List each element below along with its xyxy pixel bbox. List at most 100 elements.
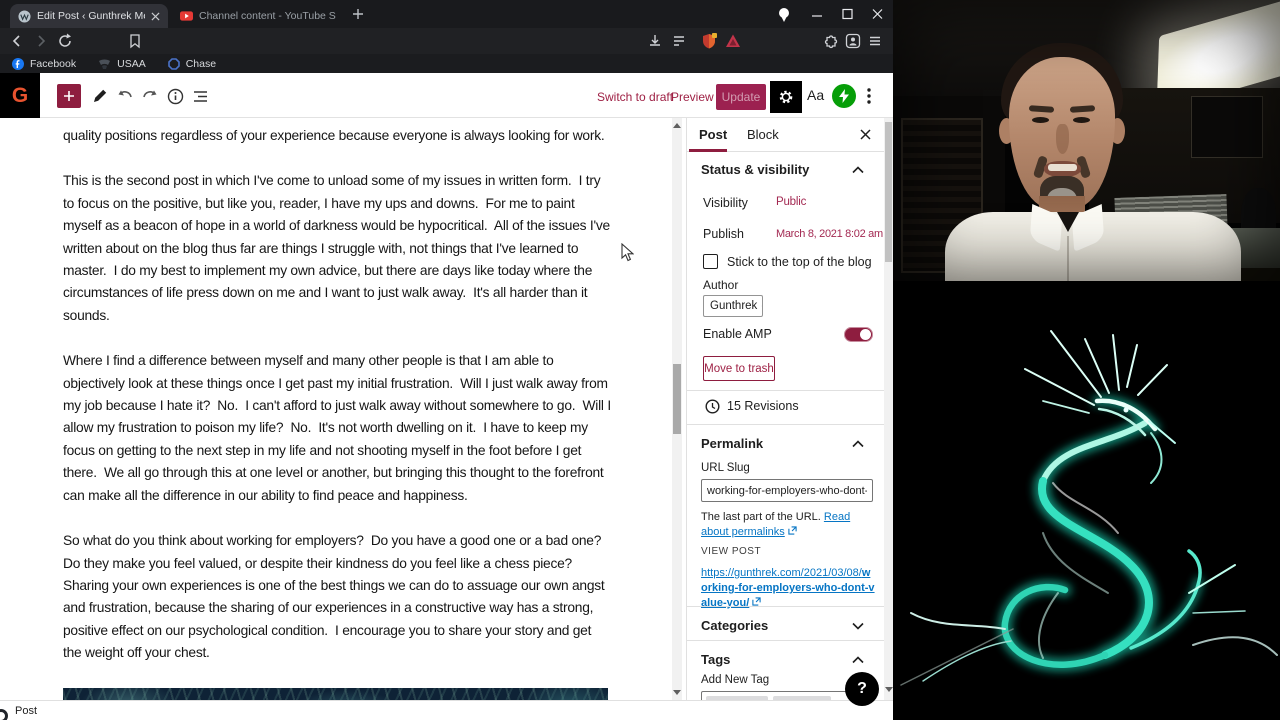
tab-block[interactable]: Block [747,127,779,142]
paragraph-block[interactable]: quality positions regardless of your exp… [63,125,611,147]
move-to-trash-button[interactable]: Move to trash [703,356,775,381]
add-new-tag-label: Add New Tag [701,674,770,686]
undo-icon [118,90,132,98]
tab-post[interactable]: Post [699,127,727,142]
url-slug-input[interactable] [701,479,873,502]
tab-youtube-studio[interactable]: Channel content - YouTube Studio [172,4,344,28]
close-sidebar-icon[interactable] [860,129,871,140]
profile-icon[interactable] [844,32,862,50]
permalink-help: The last part of the URL. [701,511,824,523]
image-block[interactable] [63,687,608,700]
scroll-up-icon[interactable] [673,123,681,128]
chevron-down-icon[interactable] [852,620,864,632]
editor-scrollbar-thumb[interactable] [673,364,681,434]
tab-edit-post[interactable]: Edit Post ‹ Gunthrek Media — W [10,4,168,28]
author-select[interactable]: Gunthrek [703,295,763,317]
sidebar-scrollbar-thumb[interactable] [885,122,892,262]
enable-amp-toggle[interactable] [844,327,873,342]
paragraph-block[interactable]: Where I find a difference between myself… [63,350,611,507]
bookmark-usaa[interactable]: USAA [98,58,146,70]
shield-extension-icon[interactable] [700,32,718,50]
update-button[interactable]: Update [716,84,766,110]
lightning-icon [839,89,849,103]
reload-icon[interactable] [56,32,74,50]
publish-value-link[interactable]: March 8, 2021 8:02 am [776,228,883,240]
add-block-button[interactable] [57,84,81,108]
enable-amp-label: Enable AMP [703,327,772,341]
external-link-icon [752,597,761,606]
bookmark-chase[interactable]: Chase [167,57,217,70]
view-post-link[interactable]: https://gunthrek.com/2021/03/08/working-… [701,566,875,611]
browser-menu-icon[interactable] [866,32,884,50]
back-icon[interactable] [8,32,26,50]
tab-close-icon[interactable] [151,11,160,21]
settings-button[interactable] [770,81,802,113]
edit-tool-button[interactable] [90,86,110,106]
cabinet-door [1191,96,1263,158]
divider [687,640,884,641]
pin-icon [779,8,789,22]
details-button[interactable] [165,86,185,106]
paragraph-block[interactable]: So what do you think about working for e… [63,530,611,664]
divider [687,424,884,425]
close-button[interactable] [866,8,888,20]
bookmark-label: Chase [185,57,217,70]
revisions-link[interactable]: 15 Revisions [727,399,799,413]
jetpack-button[interactable] [832,84,856,108]
visibility-value-link[interactable]: Public [776,196,806,208]
chevron-up-icon[interactable] [852,164,864,176]
shirt-opening [1057,212,1079,232]
permalink-help-text: The last part of the URL. Read about per… [701,510,869,540]
editor-header: G Switch to draft Preview Update Aa [0,73,893,118]
screen: Edit Post ‹ Gunthrek Media — W Channel c… [0,0,1280,720]
person-mouth [1044,161,1081,177]
categories-title[interactable]: Categories [701,618,768,633]
help-label: ? [857,680,867,697]
wordpress-logo-partial [0,709,8,720]
scroll-down-icon[interactable] [673,690,681,695]
mouse-cursor [621,243,634,262]
minimize-button[interactable] [806,8,828,20]
revisions-clock-icon [705,399,720,414]
more-options-button[interactable] [861,86,877,106]
maximize-button[interactable] [836,8,858,20]
paragraph-block[interactable]: This is the second post in which I've co… [63,170,611,327]
new-tab-icon[interactable] [352,8,364,20]
bookmark-facebook[interactable]: Facebook [12,57,76,70]
bookmark-label: USAA [117,57,146,70]
preview-button[interactable]: Preview [671,90,714,104]
tab-title: Edit Post ‹ Gunthrek Media — W [37,10,145,22]
reading-list-icon[interactable] [670,32,688,50]
chevron-up-icon[interactable] [852,438,864,450]
view-post-label: VIEW POST [701,546,762,557]
sidebar-scrollbar[interactable] [884,118,893,700]
forward-icon[interactable] [32,32,50,50]
post-url-regular: https://gunthrek.com/2021/03/08/ [701,567,862,579]
download-icon[interactable] [646,32,664,50]
bookmark-icon[interactable] [126,32,144,50]
typography-button[interactable]: Aa [807,87,824,103]
browser-window: Edit Post ‹ Gunthrek Media — W Channel c… [0,0,893,720]
undo-button[interactable] [115,86,135,106]
help-button[interactable]: ? [845,672,879,706]
switch-to-draft-button[interactable]: Switch to draft [597,90,673,104]
editor-footer: Post [0,700,893,720]
scroll-down-icon[interactable] [884,687,893,692]
stick-to-top-checkbox[interactable] [703,254,718,269]
tags-title[interactable]: Tags [701,652,730,667]
editor-scrollbar[interactable] [672,118,682,700]
list-view-button[interactable] [190,86,210,106]
settings-sidebar: Post Block Status & visibility Visibilit… [686,118,884,700]
redo-button[interactable] [140,86,160,106]
author-value: Gunthrek [710,300,758,312]
pencil-icon [94,89,107,102]
triangle-extension-icon[interactable] [724,32,742,50]
extensions-puzzle-icon[interactable] [822,32,840,50]
tab-title: Channel content - YouTube Studio [199,10,336,22]
active-tab-underline [689,149,727,152]
site-logo[interactable]: G [0,73,40,118]
chevron-up-icon[interactable] [852,654,864,666]
chevron-down-icon [761,305,762,307]
status-visibility-title: Status & visibility [701,162,810,177]
external-link-icon [788,526,797,535]
